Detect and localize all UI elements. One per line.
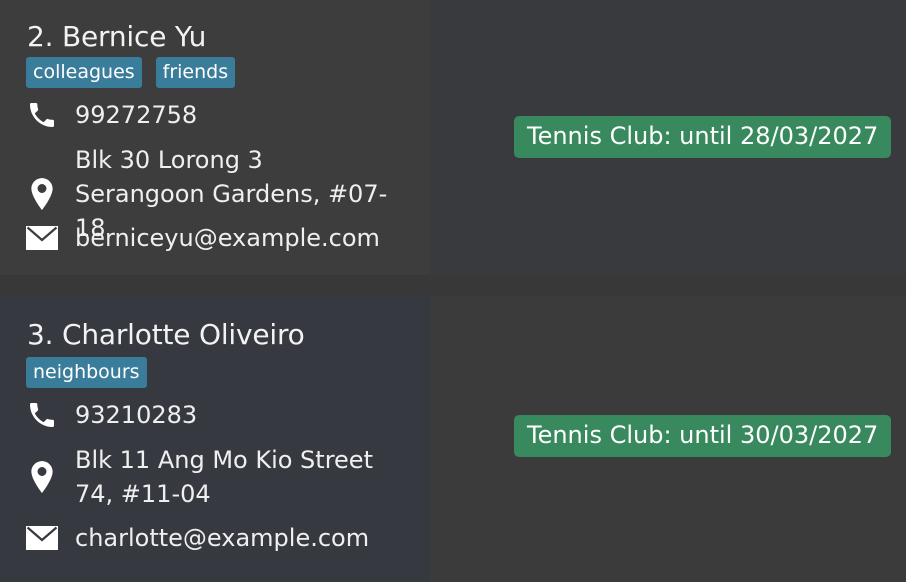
location-pin-icon [26, 461, 58, 493]
tag: friends [155, 57, 236, 88]
person-list: 2. Bernice Yu colleagues friends 9927275… [0, 0, 906, 582]
email: charlotte@example.com [75, 524, 370, 552]
email: berniceyu@example.com [75, 224, 380, 252]
person-card[interactable]: 3. Charlotte Oliveiro neighbours 9321028… [0, 296, 906, 582]
person-name: 2. Bernice Yu [27, 20, 207, 53]
person-details: 3. Charlotte Oliveiro neighbours 9321028… [0, 296, 430, 582]
envelope-icon [26, 222, 58, 254]
person-details: 2. Bernice Yu colleagues friends 9927275… [0, 0, 430, 275]
phone-icon [26, 99, 58, 131]
tag-list: neighbours [26, 357, 147, 388]
email-row: charlotte@example.com [26, 521, 369, 555]
tag: neighbours [26, 357, 147, 388]
envelope-icon [26, 522, 58, 554]
location-pin-icon [26, 178, 58, 210]
address-row: Blk 11 Ang Mo Kio Street 74, #11-04 [26, 443, 395, 511]
tag: colleagues [26, 57, 142, 88]
phone-row: 93210283 [26, 398, 197, 432]
phone-row: 99272758 [26, 98, 197, 132]
email-row: berniceyu@example.com [26, 221, 380, 255]
person-name: 3. Charlotte Oliveiro [27, 318, 305, 351]
address: Blk 11 Ang Mo Kio Street 74, #11-04 [75, 446, 373, 508]
phone-number: 99272758 [75, 101, 198, 129]
membership-panel: Tennis Club: until 28/03/2027 [430, 0, 906, 275]
phone-icon [26, 399, 58, 431]
tag-list: colleagues friends [26, 57, 236, 88]
membership-panel: Tennis Club: until 30/03/2027 [430, 296, 906, 582]
phone-number: 93210283 [75, 401, 198, 429]
person-card[interactable]: 2. Bernice Yu colleagues friends 9927275… [0, 0, 906, 275]
membership-badge: Tennis Club: until 28/03/2027 [514, 116, 892, 158]
membership-badge: Tennis Club: until 30/03/2027 [514, 415, 892, 457]
